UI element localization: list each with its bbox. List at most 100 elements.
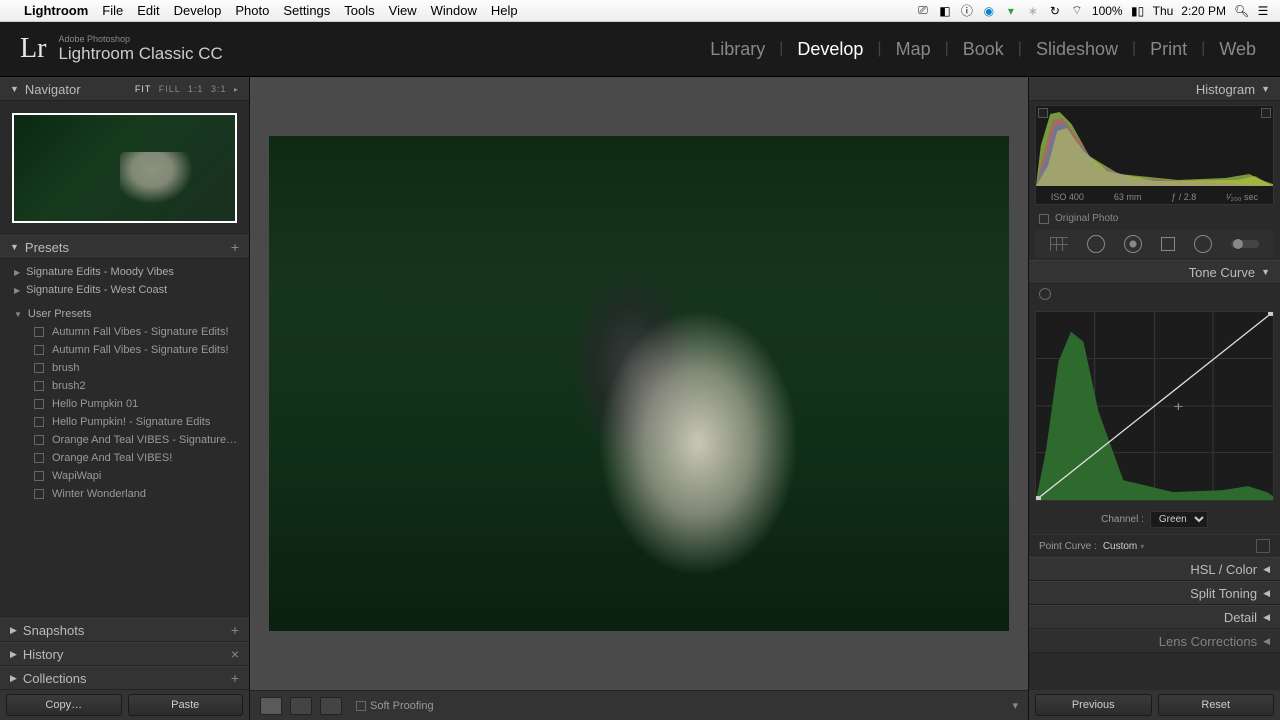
battery-icon[interactable]: ▮▯: [1131, 4, 1145, 18]
clear-icon[interactable]: ×: [231, 646, 239, 662]
preset-icon: [34, 435, 44, 445]
timemachine-icon[interactable]: ↻: [1048, 4, 1062, 18]
snapshots-header[interactable]: ▶Snapshots+: [0, 618, 249, 642]
tonecurve-header[interactable]: Tone Curve▼: [1029, 260, 1280, 284]
list-icon[interactable]: ☰: [1256, 4, 1270, 18]
collections-header[interactable]: ▶Collections+: [0, 666, 249, 690]
preset-item[interactable]: brush2: [0, 377, 249, 395]
add-preset-icon[interactable]: +: [231, 239, 239, 255]
loupe-view-button[interactable]: [260, 697, 282, 715]
tray-icon[interactable]: ◧: [938, 4, 952, 18]
menu-develop[interactable]: Develop: [174, 3, 222, 18]
preset-icon: [34, 489, 44, 499]
preset-item[interactable]: Hello Pumpkin 01: [0, 395, 249, 413]
preset-group[interactable]: ▶Signature Edits - West Coast: [0, 281, 249, 299]
preset-item[interactable]: Hello Pumpkin! - Signature Edits: [0, 413, 249, 431]
preset-group[interactable]: ▶Signature Edits - Moody Vibes: [0, 263, 249, 281]
navigator-title: Navigator: [25, 82, 81, 97]
info-icon[interactable]: ⓘ: [960, 2, 974, 19]
clock-day[interactable]: Thu: [1153, 4, 1174, 18]
preset-group[interactable]: ▼User Presets: [0, 305, 249, 323]
wifi-icon[interactable]: ⌔: [1070, 3, 1084, 18]
history-header[interactable]: ▶History×: [0, 642, 249, 666]
preset-item[interactable]: WapiWapi: [0, 467, 249, 485]
reset-button[interactable]: Reset: [1158, 694, 1275, 716]
menu-help[interactable]: Help: [491, 3, 518, 18]
preset-label: WapiWapi: [52, 470, 101, 482]
brush-tool-icon[interactable]: [1231, 240, 1259, 248]
pointcurve-value[interactable]: Custom: [1103, 541, 1137, 552]
menu-tools[interactable]: Tools: [344, 3, 374, 18]
menu-file[interactable]: File: [102, 3, 123, 18]
menu-window[interactable]: Window: [431, 3, 477, 18]
image-area[interactable]: [250, 77, 1028, 690]
navigator-header[interactable]: ▼ Navigator FIT FILL 1:1 3:1 ▸: [0, 77, 249, 101]
before-after-tb-button[interactable]: [320, 697, 342, 715]
spot-tool-icon[interactable]: [1087, 235, 1105, 253]
add-icon[interactable]: +: [231, 670, 239, 686]
preset-item[interactable]: Orange And Teal VIBES - Signature…: [0, 431, 249, 449]
menu-photo[interactable]: Photo: [235, 3, 269, 18]
app-menu[interactable]: Lightroom: [24, 3, 88, 18]
preset-group-label: User Presets: [28, 308, 92, 320]
preset-item[interactable]: Autumn Fall Vibes - Signature Edits!: [0, 323, 249, 341]
menu-edit[interactable]: Edit: [137, 3, 159, 18]
toolbar-more-icon[interactable]: ▾: [1012, 699, 1018, 712]
softproof-checkbox[interactable]: [356, 701, 366, 711]
preset-item[interactable]: Orange And Teal VIBES!: [0, 449, 249, 467]
navigator-thumbnail[interactable]: [12, 113, 237, 223]
radial-tool-icon[interactable]: [1194, 235, 1212, 253]
hsl-header[interactable]: HSL / Color◀: [1029, 557, 1280, 581]
module-print[interactable]: Print: [1146, 39, 1191, 60]
preset-item[interactable]: brush: [0, 359, 249, 377]
preset-icon: [34, 471, 44, 481]
lens-header[interactable]: Lens Corrections◀: [1029, 629, 1280, 653]
channel-select[interactable]: Green: [1150, 511, 1208, 528]
panel-label: HSL / Color: [1190, 562, 1257, 577]
photo-preview[interactable]: [269, 136, 1009, 631]
gradient-tool-icon[interactable]: [1161, 237, 1175, 251]
copy-button[interactable]: Copy…: [6, 694, 122, 716]
curve-edit-icon[interactable]: [1256, 539, 1270, 553]
clock-time[interactable]: 2:20 PM: [1181, 4, 1226, 18]
nav-fill[interactable]: FILL: [159, 84, 181, 94]
preset-icon: [34, 327, 44, 337]
bluetooth-icon[interactable]: ∗: [1026, 4, 1040, 18]
add-icon[interactable]: +: [231, 622, 239, 638]
module-map[interactable]: Map: [892, 39, 935, 60]
nav-more-icon[interactable]: ▸: [234, 85, 239, 94]
nav-fit[interactable]: FIT: [135, 84, 151, 94]
original-checkbox[interactable]: [1039, 214, 1049, 224]
crop-tool-icon[interactable]: [1050, 237, 1068, 251]
before-after-lr-button[interactable]: [290, 697, 312, 715]
nav-3-1[interactable]: 3:1: [211, 84, 227, 94]
highlight-clip-icon[interactable]: [1261, 108, 1271, 118]
histogram[interactable]: ISO 400 63 mm ƒ / 2.8 ¹⁄₂₀₀ sec: [1035, 105, 1274, 205]
menu-settings[interactable]: Settings: [283, 3, 330, 18]
previous-button[interactable]: Previous: [1035, 694, 1152, 716]
shadow-clip-icon[interactable]: [1038, 108, 1048, 118]
presets-header[interactable]: ▼ Presets +: [0, 235, 249, 259]
module-library[interactable]: Library: [706, 39, 769, 60]
module-develop[interactable]: Develop: [793, 39, 867, 60]
tone-curve[interactable]: +: [1035, 311, 1274, 501]
paste-button[interactable]: Paste: [128, 694, 244, 716]
preset-item[interactable]: Winter Wonderland: [0, 485, 249, 503]
detail-header[interactable]: Detail◀: [1029, 605, 1280, 629]
module-book[interactable]: Book: [959, 39, 1008, 60]
preset-item[interactable]: Autumn Fall Vibes - Signature Edits!: [0, 341, 249, 359]
spotlight-icon[interactable]: 🔍︎: [1234, 4, 1248, 18]
split-toning-header[interactable]: Split Toning◀: [1029, 581, 1280, 605]
cc-icon[interactable]: ◉: [982, 4, 996, 18]
target-adjust-icon[interactable]: [1039, 288, 1051, 300]
histogram-header[interactable]: Histogram▼: [1029, 77, 1280, 101]
screencast-icon[interactable]: ⎚: [916, 3, 930, 18]
redeye-tool-icon[interactable]: [1124, 235, 1142, 253]
preset-label: Orange And Teal VIBES - Signature…: [52, 434, 237, 446]
module-slideshow[interactable]: Slideshow: [1032, 39, 1122, 60]
collapse-icon: ▼: [10, 242, 19, 252]
nav-1-1[interactable]: 1:1: [188, 84, 204, 94]
module-web[interactable]: Web: [1215, 39, 1260, 60]
menu-view[interactable]: View: [389, 3, 417, 18]
sync-icon[interactable]: ▾: [1004, 4, 1018, 18]
